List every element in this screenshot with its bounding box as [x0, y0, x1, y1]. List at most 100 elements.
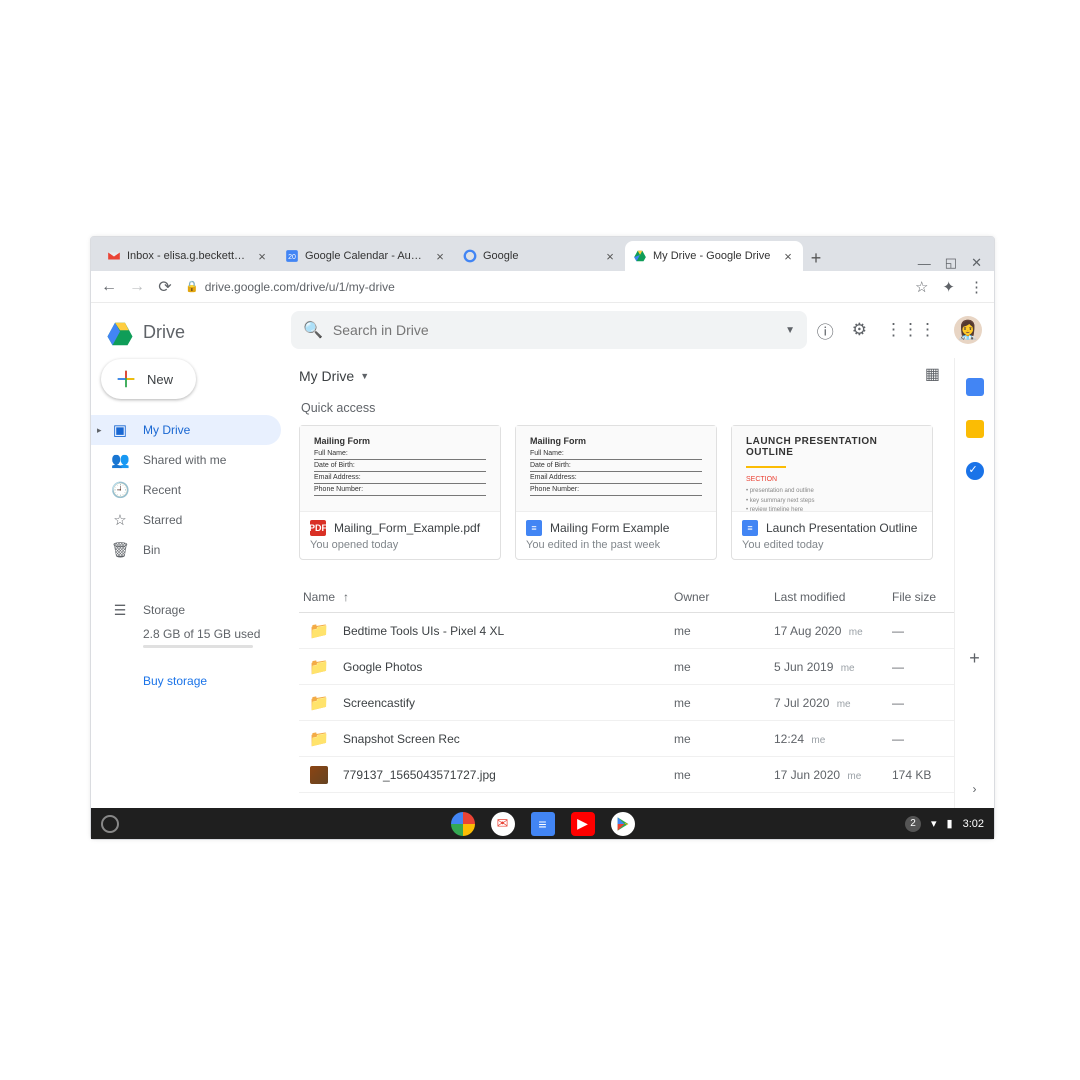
maximize-icon[interactable]: ◱: [945, 255, 957, 271]
file-row[interactable]: 📁Snapshot Screen Recme12:24 me—: [299, 721, 976, 757]
card-thumbnail: Mailing Form: [300, 426, 500, 512]
sidebar-label: Starred: [143, 513, 182, 527]
address-bar[interactable]: 🔒 drive.google.com/drive/u/1/my-drive: [185, 280, 903, 294]
file-scroll-area[interactable]: Quick access Mailing Form PDFMailing_For…: [281, 395, 994, 808]
keep-addon-icon[interactable]: [966, 420, 984, 438]
quick-access-heading: Quick access: [301, 401, 976, 415]
grid-view-icon[interactable]: ▦: [925, 364, 940, 388]
tab-drive[interactable]: My Drive - Google Drive ×: [625, 241, 803, 271]
tab-google[interactable]: Google ×: [455, 241, 625, 271]
sidebar-item-recent[interactable]: 🕘 Recent: [91, 475, 281, 505]
lock-icon: 🔒: [185, 280, 199, 293]
extensions-icon[interactable]: ✦: [942, 278, 955, 296]
file-owner: me: [674, 696, 774, 710]
new-tab-button[interactable]: +: [803, 245, 829, 271]
storage-icon: ☰: [111, 602, 129, 619]
file-owner: me: [674, 624, 774, 638]
window-controls: — ◱ ✕: [918, 255, 994, 271]
nav-list: ▸ ▣ My Drive 👥 Shared with me 🕘 Recent ☆…: [91, 415, 281, 565]
folder-shared-icon: 📁: [309, 693, 329, 713]
sidebar-item-my-drive[interactable]: ▸ ▣ My Drive: [91, 415, 281, 445]
file-row[interactable]: 📁Bedtime Tools UIs - Pixel 4 XLme17 Aug …: [299, 613, 976, 649]
sidebar-item-shared[interactable]: 👥 Shared with me: [91, 445, 281, 475]
clock-text: 3:02: [963, 818, 984, 830]
quick-access-card[interactable]: LAUNCH PRESENTATION OUTLINE SECTION • pr…: [731, 425, 933, 560]
breadcrumb-dropdown-icon[interactable]: ▼: [360, 371, 369, 381]
docs-icon[interactable]: ≡: [531, 812, 555, 836]
new-label: New: [147, 372, 173, 387]
folder-shared-icon: 📁: [309, 621, 329, 641]
close-icon[interactable]: ×: [603, 249, 617, 263]
storage-section: ☰ Storage 2.8 GB of 15 GB used Buy stora…: [91, 595, 281, 688]
play-store-icon[interactable]: [611, 812, 635, 836]
close-window-icon[interactable]: ✕: [971, 255, 982, 271]
new-button[interactable]: New: [101, 359, 196, 399]
file-modified: 7 Jul 2020 me: [774, 696, 892, 710]
image-icon: [310, 766, 328, 784]
notification-badge[interactable]: 2: [905, 816, 921, 832]
tab-title: Google: [483, 250, 597, 262]
column-modified[interactable]: Last modified: [774, 590, 892, 604]
card-thumbnail: Mailing Form: [516, 426, 716, 512]
status-tray[interactable]: 2 ▾ ▮ 3:02: [905, 816, 984, 832]
reload-icon[interactable]: ⟳: [157, 279, 173, 295]
collapse-panel-icon[interactable]: ›: [973, 782, 977, 796]
file-row[interactable]: 779137_1565043571727.jpgme17 Jun 2020 me…: [299, 757, 976, 793]
sidebar-item-storage[interactable]: ☰ Storage: [111, 595, 281, 625]
column-name[interactable]: Name↑: [303, 590, 674, 604]
tab-title: Google Calendar - August 2020: [305, 250, 427, 262]
minimize-icon[interactable]: —: [918, 256, 931, 271]
file-modified: 12:24 me: [774, 732, 892, 746]
side-panel: + ›: [954, 358, 994, 808]
star-icon[interactable]: ☆: [915, 278, 928, 296]
get-addons-icon[interactable]: +: [969, 648, 980, 669]
file-list: 📁Bedtime Tools UIs - Pixel 4 XLme17 Aug …: [299, 613, 976, 793]
quick-access-card[interactable]: Mailing Form ≡Mailing Form Example You e…: [515, 425, 717, 560]
file-name: Snapshot Screen Rec: [343, 732, 674, 746]
tasks-addon-icon[interactable]: [966, 462, 984, 480]
calendar-icon: 20: [285, 249, 299, 263]
quick-access-card[interactable]: Mailing Form PDFMailing_Form_Example.pdf…: [299, 425, 501, 560]
browser-toolbar: ← → ⟳ 🔒 drive.google.com/drive/u/1/my-dr…: [91, 271, 994, 303]
card-thumbnail: LAUNCH PRESENTATION OUTLINE SECTION • pr…: [732, 426, 932, 512]
sort-arrow-icon[interactable]: ↑: [343, 590, 349, 604]
file-list-header: Name↑ Owner Last modified File size: [299, 582, 976, 613]
calendar-addon-icon[interactable]: [966, 378, 984, 396]
file-modified: 17 Aug 2020 me: [774, 624, 892, 638]
svg-text:20: 20: [288, 254, 296, 261]
people-icon: 👥: [111, 451, 129, 469]
url-text: drive.google.com/drive/u/1/my-drive: [205, 280, 395, 294]
column-owner[interactable]: Owner: [674, 590, 774, 604]
file-row[interactable]: 📁Screencastifyme7 Jul 2020 me—: [299, 685, 976, 721]
file-owner: me: [674, 660, 774, 674]
trash-icon: 🗑: [111, 541, 129, 559]
file-row[interactable]: 📁Google Photosme5 Jun 2019 me—: [299, 649, 976, 685]
expand-caret-icon[interactable]: ▸: [97, 425, 102, 436]
tab-strip: Inbox - elisa.g.beckett@gmail.c… × 20 Go…: [91, 237, 994, 271]
file-owner: me: [674, 732, 774, 746]
sidebar: Drive New ▸ ▣ My Drive 👥 Shared with me: [91, 303, 281, 808]
tab-title: My Drive - Google Drive: [653, 250, 775, 262]
buy-storage-link[interactable]: Buy storage: [111, 674, 281, 688]
sidebar-item-bin[interactable]: 🗑 Bin: [91, 535, 281, 565]
forward-icon[interactable]: →: [129, 279, 145, 295]
sidebar-item-starred[interactable]: ☆ Starred: [91, 505, 281, 535]
youtube-icon[interactable]: ▶: [571, 812, 595, 836]
close-icon[interactable]: ×: [255, 249, 269, 263]
launcher-icon[interactable]: [101, 815, 119, 833]
sidebar-label: Bin: [143, 543, 160, 557]
menu-icon[interactable]: ⋮: [969, 278, 984, 296]
gmail-icon[interactable]: ✉: [491, 812, 515, 836]
back-icon[interactable]: ←: [101, 279, 117, 295]
tab-calendar[interactable]: 20 Google Calendar - August 2020 ×: [277, 241, 455, 271]
file-name: 779137_1565043571727.jpg: [343, 768, 674, 782]
folder-shared-icon: 📁: [309, 729, 329, 749]
close-icon[interactable]: ×: [433, 249, 447, 263]
tab-gmail[interactable]: Inbox - elisa.g.beckett@gmail.c… ×: [99, 241, 277, 271]
breadcrumb-label[interactable]: My Drive: [299, 368, 354, 384]
chrome-icon[interactable]: [451, 812, 475, 836]
sidebar-label: My Drive: [143, 423, 190, 437]
close-icon[interactable]: ×: [781, 249, 795, 263]
tab-title: Inbox - elisa.g.beckett@gmail.c…: [127, 250, 249, 262]
file-modified: 5 Jun 2019 me: [774, 660, 892, 674]
